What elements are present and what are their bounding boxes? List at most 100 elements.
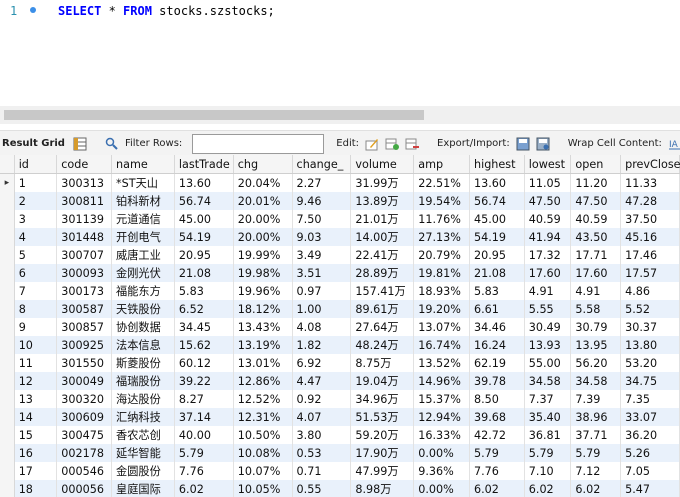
cell-chg[interactable]: 20.00% [233,210,293,228]
cell-id[interactable]: 1 [14,173,58,192]
cell-volume[interactable]: 157.41万 [350,282,415,300]
cell-lasttrade[interactable]: 37.14 [174,408,234,426]
cell-change[interactable]: 0.55 [292,480,352,497]
row-marker[interactable] [0,408,15,426]
cell-chg[interactable]: 20.01% [233,192,293,210]
cell-amp[interactable]: 19.81% [413,264,470,282]
cell-change[interactable]: 2.27 [292,173,352,192]
cell-id[interactable]: 11 [14,354,58,372]
cell-lowest[interactable]: 11.05 [524,173,572,192]
cell-code[interactable]: 300587 [56,300,113,318]
cell-change[interactable]: 1.82 [292,336,352,354]
column-header-open[interactable]: open [570,155,622,174]
cell-amp[interactable]: 16.74% [413,336,470,354]
column-header-lasttrade[interactable]: lastTrade [174,155,234,174]
cell-change[interactable]: 4.47 [292,372,352,390]
cell-code[interactable]: 300811 [56,192,113,210]
column-header-code[interactable]: code [56,155,113,174]
row-marker[interactable] [0,192,15,210]
edit-row-icon[interactable] [365,137,379,151]
cell-id[interactable]: 8 [14,300,58,318]
cell-id[interactable]: 17 [14,462,58,480]
cell-open[interactable]: 7.39 [570,390,622,408]
cell-lasttrade[interactable]: 56.74 [174,192,234,210]
table-row[interactable]: 16 002178 延华智能 5.79 10.08% 0.53 17.90万 0.00% 5.7… [0,444,680,462]
cell-id[interactable]: 16 [14,444,58,462]
cell-highest[interactable]: 6.02 [469,480,525,497]
cell-chg[interactable]: 19.96% [233,282,293,300]
cell-code[interactable]: 300313 [56,173,113,192]
cell-open[interactable]: 47.50 [570,192,622,210]
cell-prevclose[interactable]: 11.33 [620,173,680,192]
cell-open[interactable]: 7.12 [570,462,622,480]
insert-row-icon[interactable] [385,137,400,151]
cell-lasttrade[interactable]: 45.00 [174,210,234,228]
cell-lowest[interactable]: 40.59 [524,210,572,228]
cell-amp[interactable]: 9.36% [413,462,470,480]
row-marker[interactable] [0,336,15,354]
cell-code[interactable]: 300857 [56,318,113,336]
cell-lowest[interactable]: 55.00 [524,354,572,372]
cell-code[interactable]: 300093 [56,264,113,282]
table-row[interactable]: 6 300093 金刚光伏 21.08 19.98% 3.51 28.89万 19.81% 21… [0,264,680,282]
cell-open[interactable]: 5.79 [570,444,622,462]
row-marker[interactable] [0,462,15,480]
cell-code[interactable]: 301550 [56,354,113,372]
cell-change[interactable]: 0.53 [292,444,352,462]
row-marker[interactable] [0,426,15,444]
cell-lowest[interactable]: 6.02 [524,480,572,497]
cell-name[interactable]: 福瑞股份 [111,372,175,390]
cell-highest[interactable]: 7.76 [469,462,525,480]
cell-chg[interactable]: 10.07% [233,462,293,480]
cell-volume[interactable]: 28.89万 [350,264,415,282]
cell-open[interactable]: 30.79 [570,318,622,336]
cell-open[interactable]: 13.95 [570,336,622,354]
table-row[interactable]: 5 300707 威唐工业 20.95 19.99% 3.49 22.41万 20.79% 20… [0,246,680,264]
cell-change[interactable]: 9.03 [292,228,352,246]
table-row[interactable]: 14 300609 汇纳科技 37.14 12.31% 4.07 51.53万 12.94% 3… [0,408,680,426]
cell-code[interactable]: 300173 [56,282,113,300]
column-header-lowest[interactable]: lowest [524,155,572,174]
cell-change[interactable]: 0.97 [292,282,352,300]
cell-prevclose[interactable]: 33.07 [620,408,680,426]
cell-lasttrade[interactable]: 34.45 [174,318,234,336]
table-row[interactable]: 17 000546 金圆股份 7.76 10.07% 0.71 47.99万 9.36% 7.7… [0,462,680,480]
cell-amp[interactable]: 14.96% [413,372,470,390]
cell-highest[interactable]: 34.46 [469,318,525,336]
row-marker[interactable] [0,318,15,336]
cell-prevclose[interactable]: 36.20 [620,426,680,444]
cell-name[interactable]: 威唐工业 [111,246,175,264]
cell-open[interactable]: 17.60 [570,264,622,282]
cell-prevclose[interactable]: 4.86 [620,282,680,300]
row-marker[interactable] [0,210,15,228]
cell-change[interactable]: 1.00 [292,300,352,318]
row-marker[interactable] [0,480,15,497]
table-row[interactable]: 13 300320 海达股份 8.27 12.52% 0.92 34.96万 15.37% 8.… [0,390,680,408]
cell-lowest[interactable]: 7.37 [524,390,572,408]
cell-lasttrade[interactable]: 8.27 [174,390,234,408]
cell-code[interactable]: 002178 [56,444,113,462]
column-header-chg[interactable]: chg [233,155,293,174]
cell-open[interactable]: 11.20 [570,173,622,192]
cell-prevclose[interactable]: 7.05 [620,462,680,480]
cell-volume[interactable]: 22.41万 [350,246,415,264]
cell-code[interactable]: 000056 [56,480,113,497]
cell-amp[interactable]: 11.76% [413,210,470,228]
cell-lasttrade[interactable]: 6.52 [174,300,234,318]
cell-chg[interactable]: 12.86% [233,372,293,390]
row-marker[interactable] [0,444,15,462]
row-marker[interactable] [0,246,15,264]
cell-highest[interactable]: 45.00 [469,210,525,228]
cell-open[interactable]: 56.20 [570,354,622,372]
cell-prevclose[interactable]: 13.80 [620,336,680,354]
cell-change[interactable]: 3.49 [292,246,352,264]
cell-lowest[interactable]: 34.58 [524,372,572,390]
table-row[interactable]: 15 300475 香农芯创 40.00 10.50% 3.80 59.20万 16.33% 4… [0,426,680,444]
export-icon[interactable] [516,137,530,151]
table-row[interactable]: 11 301550 斯菱股份 60.12 13.01% 6.92 8.75万 13.52% 62… [0,354,680,372]
cell-chg[interactable]: 10.05% [233,480,293,497]
cell-highest[interactable]: 39.78 [469,372,525,390]
cell-lasttrade[interactable]: 6.02 [174,480,234,497]
cell-amp[interactable]: 19.54% [413,192,470,210]
cell-code[interactable]: 300320 [56,390,113,408]
